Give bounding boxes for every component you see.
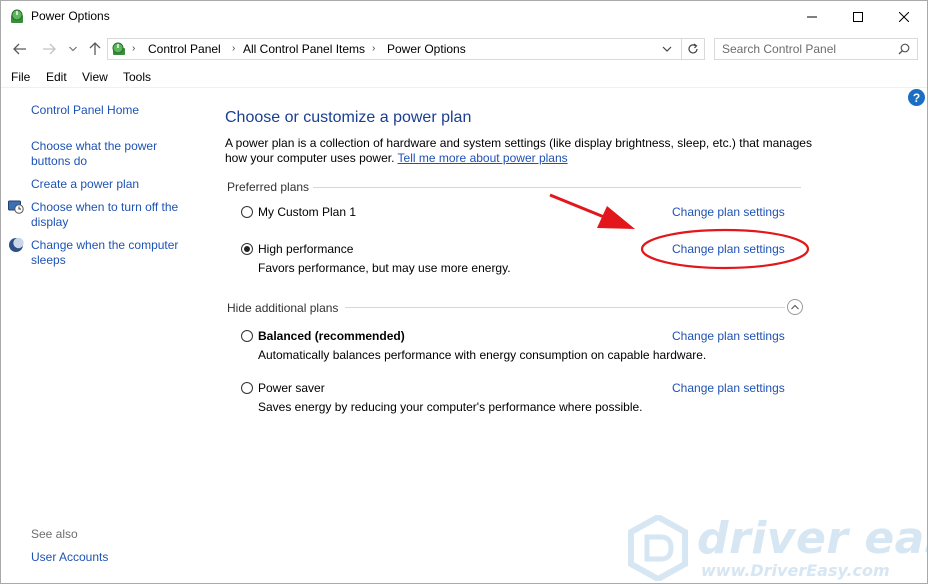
plan-radio-balanced[interactable] <box>241 330 253 342</box>
control-panel-home-link[interactable]: Control Panel Home <box>31 103 196 118</box>
up-button[interactable] <box>87 41 103 57</box>
menu-edit[interactable]: Edit <box>46 70 67 84</box>
page-description: A power plan is a collection of hardware… <box>225 136 825 166</box>
close-button[interactable] <box>881 1 927 32</box>
plan-name-balanced[interactable]: Balanced (recommended) <box>258 329 405 343</box>
menu-file[interactable]: File <box>11 70 30 84</box>
search-icon[interactable] <box>898 43 910 55</box>
forward-arrow-icon <box>43 43 56 55</box>
annotation-arrow-shaft <box>549 193 610 221</box>
plan-description-balanced: Automatically balances performance with … <box>258 348 707 362</box>
up-arrow-icon <box>89 42 101 55</box>
learn-more-link[interactable]: Tell me more about power plans <box>398 151 568 165</box>
control-panel-icon <box>112 42 125 55</box>
menu-view[interactable]: View <box>82 70 108 84</box>
annotation-arrow-head <box>597 206 635 229</box>
breadcrumb-power-options[interactable]: Power Options <box>387 42 466 56</box>
preferred-plans-heading: Preferred plans <box>227 180 310 194</box>
breadcrumb-separator-icon: › <box>232 43 236 54</box>
change-plan-settings-balanced[interactable]: Change plan settings <box>672 329 785 343</box>
maximize-icon <box>853 11 863 22</box>
watermark: driver easy www.DriverEasy.com <box>627 511 927 583</box>
plan-radio-my-custom-plan[interactable] <box>241 206 253 218</box>
close-icon <box>899 11 909 22</box>
watermark-url: www.DriverEasy.com <box>701 561 890 580</box>
title-bar: Power Options <box>1 1 927 32</box>
create-power-plan-link[interactable]: Create a power plan <box>31 177 196 192</box>
sleep-moon-icon <box>9 237 24 252</box>
minimize-button[interactable] <box>789 1 835 32</box>
breadcrumb-separator-icon: › <box>372 43 376 54</box>
power-buttons-link[interactable]: Choose what the power buttons do <box>31 139 171 169</box>
plan-radio-high-performance[interactable] <box>241 243 253 255</box>
maximize-button[interactable] <box>835 1 881 32</box>
annotation-overlay <box>549 193 810 270</box>
plan-radio-power-saver[interactable] <box>241 382 253 394</box>
refresh-button[interactable] <box>681 39 704 59</box>
collapse-additional-plans-button[interactable] <box>787 299 803 315</box>
driver-easy-logo-icon <box>628 515 688 581</box>
breadcrumb-all-items[interactable]: All Control Panel Items <box>243 42 365 56</box>
plan-name-high-performance[interactable]: High performance <box>258 242 353 256</box>
see-also-heading: See also <box>31 527 78 541</box>
change-plan-settings-high-performance[interactable]: Change plan settings <box>672 242 785 256</box>
change-sleep-link[interactable]: Change when the computer sleeps <box>31 238 191 268</box>
search-input[interactable] <box>722 42 882 56</box>
plan-name-my-custom-plan[interactable]: My Custom Plan 1 <box>258 205 356 219</box>
search-box <box>714 38 918 60</box>
address-history-icon[interactable] <box>660 42 674 56</box>
display-timer-icon <box>8 200 24 214</box>
power-options-window: Power Options › Control Panel › All Cont… <box>0 0 928 584</box>
change-plan-settings-my-custom-plan[interactable]: Change plan settings <box>672 205 785 219</box>
change-plan-settings-power-saver[interactable]: Change plan settings <box>672 381 785 395</box>
minimize-icon <box>807 16 817 17</box>
user-accounts-link[interactable]: User Accounts <box>31 550 108 564</box>
breadcrumb-separator-icon: › <box>132 43 136 54</box>
page-title: Choose or customize a power plan <box>225 109 472 126</box>
recent-locations-button[interactable] <box>65 41 81 57</box>
watermark-brand: driver easy <box>697 513 927 564</box>
chevron-up-icon <box>791 304 799 310</box>
back-arrow-icon <box>13 43 26 55</box>
breadcrumb-control-panel[interactable]: Control Panel <box>148 42 221 56</box>
menu-divider <box>1 87 927 88</box>
plan-description-power-saver: Saves energy by reducing your computer's… <box>258 400 643 414</box>
preferred-plans-divider <box>313 187 801 188</box>
forward-button[interactable] <box>41 41 57 57</box>
refresh-icon <box>688 43 698 54</box>
help-icon[interactable]: ? <box>908 89 925 106</box>
chevron-down-icon <box>69 46 77 52</box>
back-button[interactable] <box>12 41 28 57</box>
address-bar[interactable]: › Control Panel › All Control Panel Item… <box>107 38 705 60</box>
menu-tools[interactable]: Tools <box>123 70 151 84</box>
plan-name-power-saver[interactable]: Power saver <box>258 381 325 395</box>
additional-plans-divider <box>345 307 785 308</box>
power-options-app-icon <box>11 9 23 23</box>
window-title: Power Options <box>31 9 110 23</box>
plan-description-high-performance: Favors performance, but may use more ene… <box>258 261 511 275</box>
turn-off-display-link[interactable]: Choose when to turn off the display <box>31 200 191 230</box>
hide-additional-plans-heading[interactable]: Hide additional plans <box>227 301 338 315</box>
